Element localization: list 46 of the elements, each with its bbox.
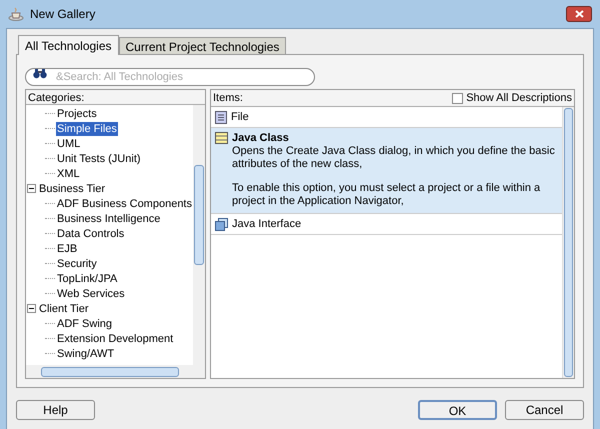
- tree-item[interactable]: ADF Swing: [56, 316, 114, 330]
- search-field[interactable]: &Search: All Technologies: [25, 68, 315, 86]
- window-title: New Gallery: [30, 6, 96, 23]
- tree-item[interactable]: UML: [56, 136, 82, 150]
- tree-item[interactable]: Extension Development: [56, 332, 174, 346]
- class-icon: [215, 132, 228, 144]
- collapse-icon[interactable]: [27, 184, 36, 193]
- tree-item[interactable]: Projects: [56, 106, 98, 120]
- tree-item[interactable]: Business Tier: [39, 182, 106, 196]
- vertical-scrollbar[interactable]: [193, 105, 205, 365]
- tab[interactable]: All Technologies: [18, 35, 119, 55]
- tree-item[interactable]: Data Controls: [56, 226, 126, 240]
- tree-item[interactable]: Business Intelligence: [56, 212, 162, 226]
- tab[interactable]: Current Project Technologies: [118, 37, 286, 54]
- tree-item[interactable]: TopLink/JPA: [56, 272, 118, 286]
- tree-item[interactable]: Unit Tests (JUnit): [56, 152, 142, 166]
- document-icon: [215, 110, 227, 124]
- item-description: Opens the Create Java Class dialog, in which you define the basic attributes of the new class,: [232, 145, 556, 171]
- checkbox[interactable]: [452, 92, 464, 104]
- tree-item[interactable]: ADF Business Components: [56, 196, 193, 210]
- ok-button[interactable]: OK: [418, 400, 497, 420]
- horizontal-scrollbar[interactable]: [26, 365, 205, 378]
- categories-label: Categories:: [26, 90, 205, 105]
- items-label: Items:: [213, 90, 243, 106]
- close-icon: [574, 10, 584, 18]
- item-title: Java Class: [232, 131, 289, 145]
- vertical-scrollbar[interactable]: [562, 107, 574, 378]
- binoculars-icon: [33, 68, 47, 79]
- tree-item[interactable]: Swing/AWT: [56, 346, 116, 360]
- item-title: Java Interface: [232, 217, 302, 231]
- close-button[interactable]: [566, 6, 592, 22]
- window-stack-icon: [215, 218, 228, 230]
- checkbox-label[interactable]: Show All Descriptions: [466, 90, 572, 106]
- tree-item[interactable]: XML: [56, 166, 81, 180]
- gallery-item[interactable]: [211, 128, 562, 214]
- tree-item[interactable]: EJB: [56, 242, 78, 256]
- collapse-icon[interactable]: [27, 304, 36, 313]
- item-description: To enable this option, you must select a project or a file within a project in the Application Navigator,: [232, 182, 542, 208]
- cancel-button[interactable]: Cancel: [505, 400, 584, 420]
- app-cup-icon: [8, 7, 24, 21]
- tree-item[interactable]: Web Services: [56, 286, 126, 300]
- tree-item[interactable]: Simple Files: [56, 122, 118, 136]
- item-title: File: [231, 110, 249, 124]
- help-button[interactable]: Help: [16, 400, 95, 420]
- tree-item[interactable]: Client Tier: [39, 302, 89, 316]
- tree-item[interactable]: Security: [56, 256, 98, 270]
